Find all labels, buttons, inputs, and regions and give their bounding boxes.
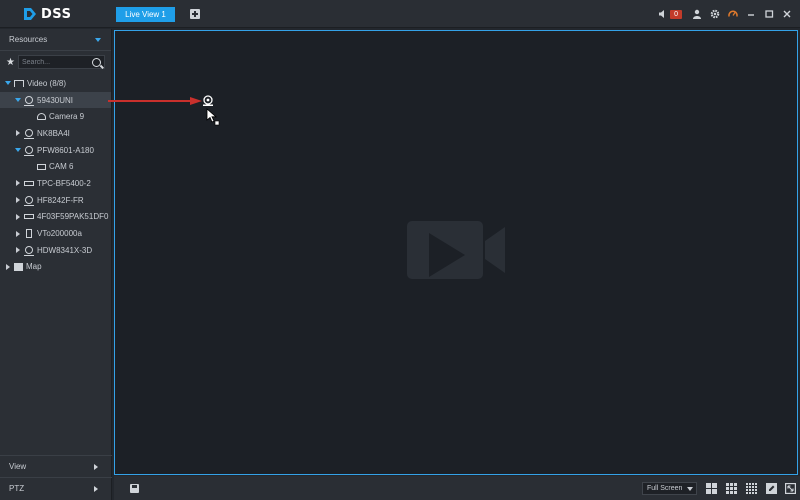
tree-item-camera-9[interactable]: Camera 9	[0, 108, 111, 125]
expand-toggle-icon[interactable]	[14, 246, 22, 254]
sidebar-item-view[interactable]: View	[0, 455, 112, 477]
resources-header[interactable]: Resources	[0, 29, 111, 51]
tree-item-label: HF8242F-FR	[37, 195, 84, 205]
edit-layout-icon[interactable]	[766, 483, 777, 494]
tree-item-hf8242f-fr[interactable]: HF8242F-FR	[0, 192, 111, 209]
sidebar-item-label: View	[9, 462, 27, 471]
tree-item-vto200000a[interactable]: VTo200000a	[0, 225, 111, 242]
layout-3x3-icon[interactable]	[726, 483, 737, 494]
chevron-down-icon[interactable]	[95, 37, 101, 42]
bullet-camera-icon	[37, 163, 46, 170]
fullscreen-toggle-icon[interactable]	[785, 483, 796, 494]
tab-live-view-1[interactable]: Live View 1	[116, 7, 175, 22]
tree-item-label: Map	[26, 262, 42, 272]
camera-icon	[24, 129, 34, 140]
camera-icon	[24, 246, 34, 257]
camera-icon	[24, 196, 34, 207]
gear-icon[interactable]	[710, 9, 720, 19]
resources-sidebar: Resources ★ Video (8/8) 59430UNI Camera …	[0, 29, 112, 500]
expand-toggle-icon[interactable]	[14, 196, 22, 204]
search-icon[interactable]	[92, 57, 101, 67]
sidebar-item-ptz[interactable]: PTZ	[0, 477, 112, 499]
tree-item-map[interactable]: Map	[0, 259, 111, 276]
tree-item-label: CAM 6	[49, 162, 74, 172]
search-input[interactable]	[22, 58, 92, 66]
tree-item-tpc-bf5400-2[interactable]: TPC-BF5400-2	[0, 175, 111, 192]
expand-toggle-icon[interactable]	[14, 179, 22, 187]
tree-item-pfw8601-a180[interactable]: PFW8601-A180	[0, 142, 111, 159]
expand-toggle-icon[interactable]	[14, 129, 22, 137]
chevron-right-icon	[94, 463, 98, 470]
layout-4x4-icon[interactable]	[746, 483, 757, 494]
add-tab-icon[interactable]	[190, 9, 200, 19]
dome-camera-icon	[37, 113, 46, 121]
top-bar: DSS Live View 1 0	[0, 0, 800, 28]
expand-toggle-icon[interactable]	[14, 96, 22, 104]
tree-item-label: Video (8/8)	[27, 78, 66, 88]
expand-toggle-icon[interactable]	[4, 263, 12, 271]
bottom-toolbar: Full Screen	[114, 476, 800, 500]
window-mode-value: Full Screen	[647, 485, 683, 492]
performance-gauge-icon[interactable]	[728, 9, 738, 19]
app-logo-text: DSS	[41, 6, 72, 22]
tree-item-cam-6[interactable]: CAM 6	[0, 158, 111, 175]
dragged-camera-icon	[203, 95, 213, 106]
tree-item-59430uni[interactable]: 59430UNI	[0, 91, 111, 109]
tree-item-label: Camera 9	[49, 112, 85, 122]
alarm-count-badge[interactable]: 0	[670, 9, 682, 19]
minimize-icon[interactable]	[746, 9, 756, 19]
tree-item-video[interactable]: Video (8/8)	[0, 75, 111, 92]
video-placeholder-icon	[407, 221, 505, 279]
drag-arrow-annotation	[108, 97, 202, 105]
door-station-icon	[26, 229, 32, 239]
map-icon	[14, 262, 23, 271]
search-row: ★	[0, 51, 111, 73]
layout-2x2-icon[interactable]	[706, 483, 717, 494]
tree-item-4f03f59pak51df0[interactable]: 4F03F59PAK51DF0	[0, 209, 111, 226]
camera-icon	[24, 96, 34, 107]
device-tree: Video (8/8) 59430UNI Camera 9 NK8BA4I PF…	[0, 75, 111, 275]
tree-item-label: PFW8601-A180	[37, 145, 94, 155]
tree-item-label: NK8BA4I	[37, 128, 70, 138]
user-icon[interactable]	[692, 9, 702, 19]
tree-item-label: TPC-BF5400-2	[37, 178, 91, 188]
app-logo: DSS	[22, 4, 71, 24]
tree-item-label: 59430UNI	[37, 95, 74, 105]
expand-toggle-icon[interactable]	[14, 146, 22, 154]
mouse-cursor-icon	[206, 108, 220, 126]
top-right-toolbar: 0	[658, 0, 800, 28]
live-view-window[interactable]	[114, 30, 798, 475]
chevron-down-icon	[687, 487, 693, 491]
tree-item-label: HDW8341X-3D	[37, 245, 93, 255]
window-mode-select[interactable]: Full Screen	[642, 482, 697, 495]
tree-item-label: 4F03F59PAK51DF0	[37, 212, 109, 222]
nvr-icon	[24, 180, 34, 186]
speaker-icon[interactable]	[658, 9, 668, 19]
camera-icon	[24, 146, 34, 157]
close-icon[interactable]	[782, 9, 792, 19]
expand-toggle-icon[interactable]	[14, 230, 22, 238]
search-box	[18, 55, 105, 69]
save-icon[interactable]	[130, 484, 139, 493]
tree-item-label: VTo200000a	[37, 229, 82, 239]
maximize-icon[interactable]	[764, 9, 774, 19]
nvr-icon	[24, 214, 34, 220]
resources-label: Resources	[9, 35, 48, 44]
tree-item-nk8ba4i[interactable]: NK8BA4I	[0, 125, 111, 142]
video-group-icon	[14, 79, 24, 87]
chevron-right-icon	[94, 485, 98, 492]
expand-toggle-icon[interactable]	[14, 213, 22, 221]
tree-item-hdw8341x-3d[interactable]: HDW8341X-3D	[0, 242, 111, 259]
expand-toggle-icon[interactable]	[4, 79, 12, 87]
star-icon[interactable]: ★	[6, 57, 18, 68]
sidebar-item-label: PTZ	[9, 484, 25, 493]
dss-logo-icon	[24, 8, 36, 20]
